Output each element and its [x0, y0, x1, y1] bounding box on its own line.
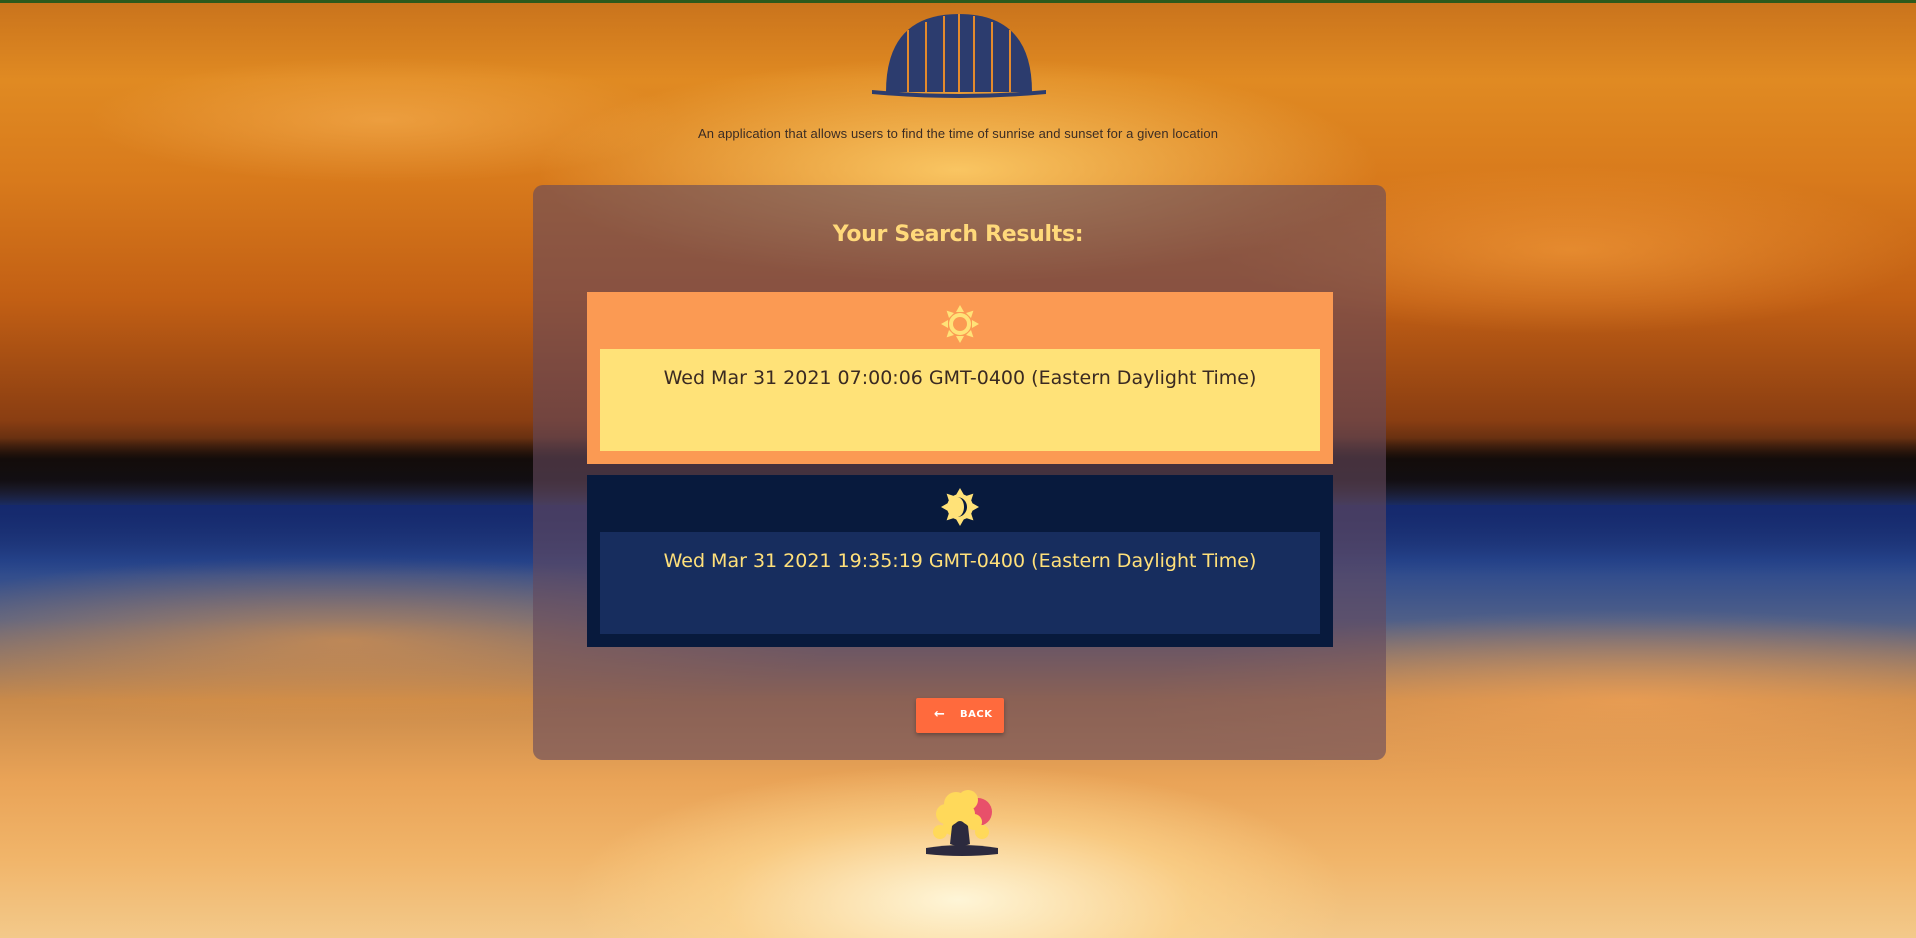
sunset-time: Wed Mar 31 2021 19:35:19 GMT-0400 (Easte… [663, 550, 1257, 572]
sunrise-time: Wed Mar 31 2021 07:00:06 GMT-0400 (Easte… [663, 367, 1257, 389]
back-button-label: BACK [960, 709, 993, 720]
sunset-time-box: Wed Mar 31 2021 19:35:19 GMT-0400 (Easte… [600, 532, 1320, 634]
moon-sun-icon [941, 488, 979, 526]
sunrise-time-box: Wed Mar 31 2021 07:00:06 GMT-0400 (Easte… [600, 349, 1320, 451]
results-panel [533, 185, 1386, 760]
sunset-card: Wed Mar 31 2021 19:35:19 GMT-0400 (Easte… [587, 475, 1333, 647]
arrow-left-icon: ← [934, 707, 946, 722]
back-button[interactable]: ← BACK [916, 698, 1004, 733]
results-title: Your Search Results: [832, 222, 1084, 247]
app-tagline: An application that allows users to find… [697, 126, 1219, 141]
sun-icon [941, 305, 979, 343]
golden-hour-logo [872, 14, 1046, 98]
top-border-line [0, 0, 1916, 3]
sunrise-card: Wed Mar 31 2021 07:00:06 GMT-0400 (Easte… [587, 292, 1333, 464]
mascot-illustration [926, 790, 998, 856]
